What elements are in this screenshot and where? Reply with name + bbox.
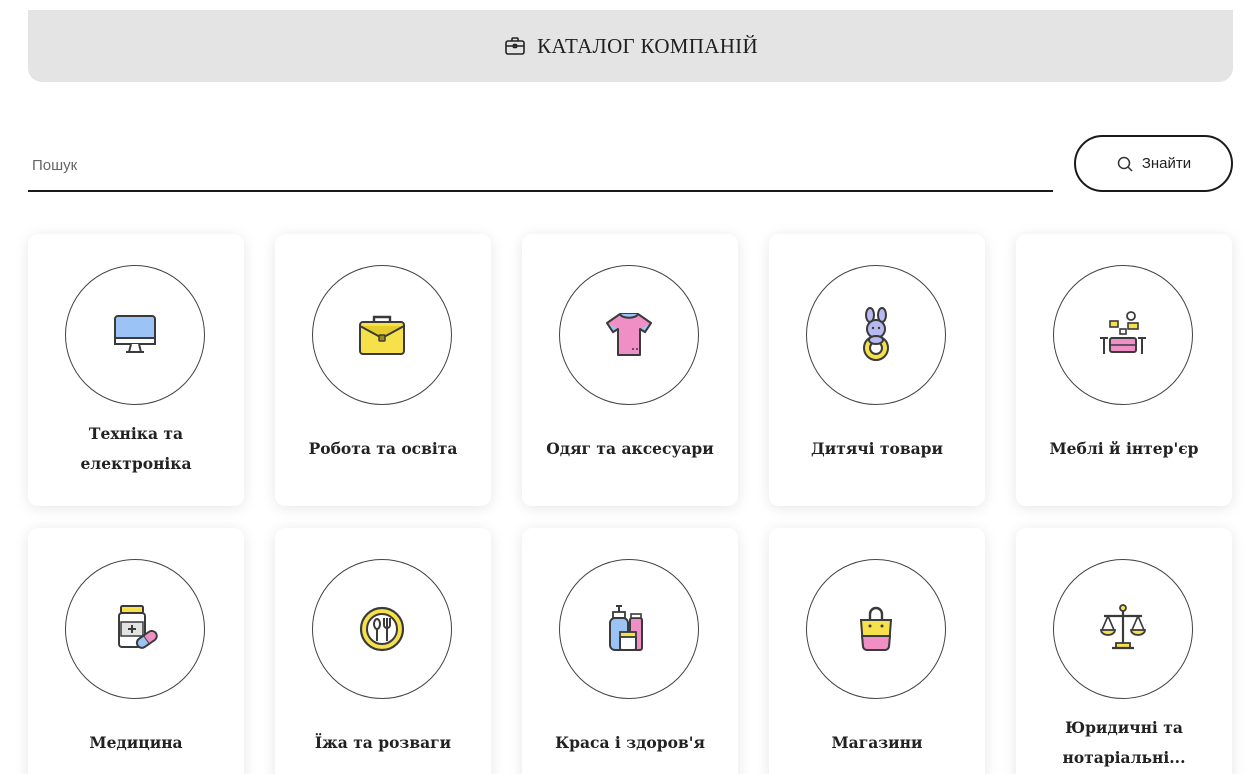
category-icon-circle xyxy=(1053,559,1193,699)
category-icon-circle xyxy=(1053,265,1193,405)
category-label: Краса і здоров'я xyxy=(555,733,705,752)
category-card-shops[interactable]: Магазини xyxy=(769,528,985,774)
category-card-beauty[interactable]: Краса і здоров'я xyxy=(522,528,738,774)
category-card-legal[interactable]: Юридичні та нотаріальні... xyxy=(1016,528,1232,774)
briefcase-icon xyxy=(505,37,525,55)
bunny-toy-icon xyxy=(863,307,889,361)
search-field xyxy=(28,140,1053,192)
category-card-kids[interactable]: Дитячі товари xyxy=(769,234,985,506)
find-button-label: Знайти xyxy=(1141,155,1192,172)
category-label: Медицина xyxy=(89,733,183,752)
category-label: Їжа та розваги xyxy=(314,733,452,752)
category-label: Техніка та електроніка xyxy=(80,424,192,473)
tshirt-icon xyxy=(606,313,652,356)
category-card-electronics[interactable]: Техніка та електроніка xyxy=(28,234,244,506)
category-card-furniture[interactable]: Меблі й інтер'єр xyxy=(1016,234,1232,506)
plate-cutlery-icon xyxy=(359,606,405,652)
monitor-icon xyxy=(114,315,156,353)
category-icon-circle xyxy=(65,559,205,699)
category-card-work-education[interactable]: Робота та освіта xyxy=(275,234,491,506)
sofa-interior-icon xyxy=(1100,311,1146,354)
category-label: Магазини xyxy=(831,733,923,752)
category-icon-circle xyxy=(312,559,452,699)
category-icon-circle xyxy=(65,265,205,405)
shopping-bag-icon xyxy=(859,606,893,651)
category-card-food[interactable]: Їжа та розваги xyxy=(275,528,491,774)
category-icon-circle xyxy=(559,265,699,405)
category-icon-circle xyxy=(806,265,946,405)
search-input[interactable] xyxy=(28,140,1053,190)
catalog-header: КАТАЛОГ КОМПАНІЙ xyxy=(28,10,1233,82)
category-icon-circle xyxy=(806,559,946,699)
category-label: Меблі й інтер'єр xyxy=(1049,439,1199,458)
page-title: КАТАЛОГ КОМПАНІЙ xyxy=(537,33,758,58)
cosmetics-icon xyxy=(609,605,643,651)
search-icon xyxy=(1117,156,1133,172)
category-label: Дитячі товари xyxy=(810,439,944,458)
find-button[interactable]: Знайти xyxy=(1074,135,1233,192)
category-label: Юридичні та нотаріальні... xyxy=(1062,718,1186,767)
category-card-clothing[interactable]: Одяг та аксесуари xyxy=(522,234,738,506)
scales-icon xyxy=(1100,604,1146,650)
category-label: Одяг та аксесуари xyxy=(546,439,714,458)
category-icon-circle xyxy=(312,265,452,405)
medicine-pills-icon xyxy=(118,605,158,649)
category-icon-circle xyxy=(559,559,699,699)
category-label: Робота та освіта xyxy=(308,439,458,458)
category-card-medicine[interactable]: Медицина xyxy=(28,528,244,774)
briefcase-icon xyxy=(359,315,405,355)
